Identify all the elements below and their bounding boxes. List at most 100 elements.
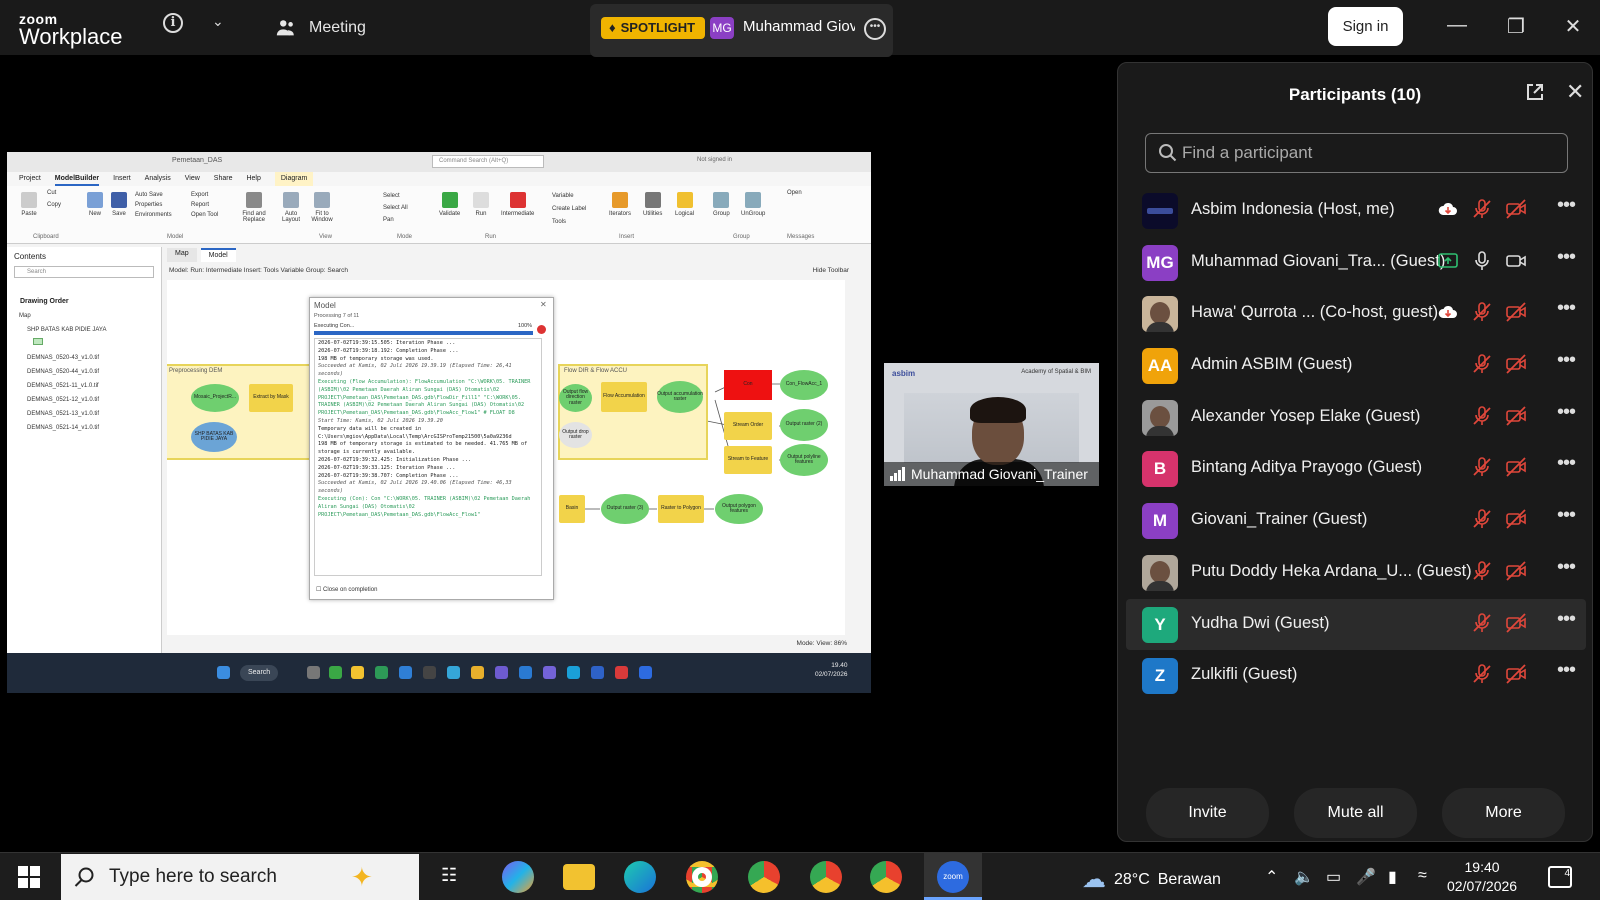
layer-item[interactable]: DEMNAS_0521-11_v1.0.tif [19, 379, 161, 393]
participant-row[interactable]: MG Muhammad Giovani_Tra... (Guest) ••• [1118, 237, 1594, 289]
microphone-muted-icon[interactable] [1470, 300, 1494, 324]
node-extract-by-mask[interactable]: Extract by Mask [249, 384, 293, 412]
more-options-icon[interactable]: ••• [864, 18, 886, 40]
model-progress-dialog[interactable]: Model ✕ Processing 7 of 11 Executing Con… [309, 297, 554, 600]
participant-more-icon[interactable]: ••• [1552, 505, 1580, 533]
microphone-muted-icon[interactable] [1470, 662, 1494, 686]
ribbon-logical[interactable]: Logical [675, 192, 694, 217]
command-search[interactable]: Command Search (Alt+Q) [432, 155, 544, 168]
node-output-drop-raster[interactable]: Output drop raster [559, 422, 592, 448]
microphone-muted-icon[interactable] [1470, 404, 1494, 428]
layer-item[interactable]: Map [19, 309, 161, 323]
microphone-icon[interactable] [1470, 249, 1494, 273]
chrome-profile-icon[interactable] [870, 861, 902, 893]
close-window-icon[interactable]: ✕ [1558, 14, 1588, 39]
video-tile[interactable]: asbim Academy of Spatial & BIM Muhammad … [884, 363, 1099, 486]
layer-item[interactable]: DEMNAS_0521-13_v1.0.tif [19, 407, 161, 421]
ribbon-ungroup[interactable]: UnGroup [741, 192, 765, 217]
chevron-up-icon[interactable]: ⌃ [1265, 867, 1278, 887]
microphone-muted-icon[interactable] [1470, 352, 1494, 376]
tab-map[interactable]: Map [167, 248, 197, 262]
close-on-completion-checkbox[interactable]: ☐ Close on completion [316, 586, 377, 593]
participant-more-icon[interactable]: ••• [1552, 402, 1580, 430]
model-toolbar-text[interactable]: Model: Run: Intermediate Insert: Tools V… [169, 267, 348, 274]
meeting-menu[interactable]: Meeting [275, 17, 366, 39]
participant-row[interactable]: Asbim Indonesia (Host, me) ••• [1118, 185, 1594, 237]
microphone-muted-icon[interactable] [1470, 455, 1494, 479]
task-view-icon[interactable]: ☷ [441, 865, 457, 886]
video-off-icon[interactable] [1504, 197, 1528, 221]
video-off-icon[interactable] [1504, 507, 1528, 531]
participant-row[interactable]: B Bintang Aditya Prayogo (Guest) ••• [1118, 443, 1594, 495]
node-output-accumulation[interactable]: Output accumulation raster [657, 381, 703, 413]
group-preprocessing-dem[interactable]: Preprocessing DEM [167, 364, 319, 460]
screen-share-icon[interactable] [1436, 249, 1460, 273]
chevron-down-icon[interactable]: ⌄ [212, 13, 224, 30]
battery-icon[interactable]: ▮ [1388, 867, 1397, 887]
ribbon-open[interactable]: Open [787, 190, 802, 196]
invite-button[interactable]: Invite [1146, 788, 1269, 838]
notification-icon[interactable]: 4 [1548, 866, 1572, 888]
ribbon-utilities[interactable]: Utilities [643, 192, 662, 217]
microphone-icon[interactable]: 🎤 [1356, 867, 1376, 887]
node-stream-to-feature[interactable]: Stream to Feature [724, 446, 772, 474]
participant-more-icon[interactable]: ••• [1552, 247, 1580, 275]
node-basin[interactable]: Basin [559, 495, 585, 523]
chrome-profile-icon[interactable] [748, 861, 780, 893]
file-explorer-icon[interactable] [563, 864, 595, 890]
video-camera-icon[interactable] [1504, 249, 1528, 273]
menu-project[interactable]: Project [19, 172, 41, 186]
ribbon-model-options[interactable]: Auto Save Properties Environments [135, 190, 172, 220]
node-flowdir-output[interactable]: Output flow direction raster [559, 384, 592, 412]
participant-more-icon[interactable]: ••• [1552, 195, 1580, 223]
menu-insert[interactable]: Insert [113, 172, 131, 186]
ribbon-new[interactable]: New [87, 192, 103, 217]
participant-row[interactable]: Alexander Yosep Elake (Guest) ••• [1118, 392, 1594, 444]
layer-item[interactable]: SHP BATAS KAB PIDIE JAYA [19, 323, 161, 337]
node-con[interactable]: Con [724, 370, 772, 400]
weather-widget[interactable]: ☁ 28°C Berawan [1082, 865, 1221, 894]
video-off-icon[interactable] [1504, 404, 1528, 428]
participant-row[interactable]: Putu Doddy Heka Ardana_U... (Guest) ••• [1118, 547, 1594, 599]
microphone-muted-icon[interactable] [1470, 559, 1494, 583]
node-output-raster-2[interactable]: Output raster (2) [780, 409, 828, 441]
participant-more-icon[interactable]: ••• [1552, 350, 1580, 378]
cancel-run-icon[interactable] [537, 325, 546, 334]
participant-row[interactable]: M Giovani_Trainer (Guest) ••• [1118, 495, 1594, 547]
layer-item[interactable]: DEMNAS_0521-12_v1.0.tif [19, 393, 161, 407]
ribbon-fit-window[interactable]: Fit to Window [309, 192, 335, 223]
video-off-icon[interactable] [1504, 559, 1528, 583]
participant-more-icon[interactable]: ••• [1552, 660, 1580, 688]
ribbon-save[interactable]: Save [111, 192, 127, 217]
participant-more-icon[interactable]: ••• [1552, 557, 1580, 585]
ribbon-insert-options[interactable]: Variable Create Label Tools [552, 190, 586, 229]
menu-help[interactable]: Help [246, 172, 260, 186]
participant-row[interactable]: Y Yudha Dwi (Guest) ••• [1126, 598, 1586, 651]
chrome-profile-icon[interactable] [810, 861, 842, 893]
node-output-raster-3[interactable]: Output raster (3) [601, 494, 649, 524]
cloud-record-icon[interactable] [1436, 300, 1460, 324]
dialog-close-icon[interactable]: ✕ [540, 300, 547, 309]
ribbon-paste[interactable]: Paste [21, 192, 37, 217]
video-off-icon[interactable] [1504, 455, 1528, 479]
minimize-icon[interactable]: — [1442, 14, 1472, 37]
menu-modelbuilder[interactable]: ModelBuilder [54, 172, 100, 186]
cloud-record-icon[interactable] [1436, 197, 1460, 221]
participant-row[interactable]: AA Admin ASBIM (Guest) ••• [1118, 340, 1594, 392]
layer-item[interactable]: DEMNAS_0521-14_v1.0.tif [19, 421, 161, 435]
video-off-icon[interactable] [1504, 611, 1528, 635]
more-button[interactable]: More [1442, 788, 1565, 838]
node-flow-accumulation[interactable]: Flow Accumulation [601, 382, 647, 412]
windows-start-icon[interactable] [18, 866, 40, 888]
edge-icon[interactable] [624, 861, 656, 893]
node-mosaic[interactable]: Mosaic_ProjectR... [191, 384, 239, 412]
device-icon[interactable]: ▭ [1326, 867, 1341, 887]
node-stream-order[interactable]: Stream Order [724, 412, 772, 440]
video-off-icon[interactable] [1504, 352, 1528, 376]
video-off-icon[interactable] [1504, 300, 1528, 324]
tab-model[interactable]: Model [200, 248, 236, 262]
ribbon-group[interactable]: Group [713, 192, 730, 217]
layer-item[interactable]: DEMNAS_0520-44_v1.0.tif [19, 365, 161, 379]
ribbon-find-replace[interactable]: Find and Replace [239, 192, 269, 223]
node-output-polygon[interactable]: Output polygon features [715, 494, 763, 524]
